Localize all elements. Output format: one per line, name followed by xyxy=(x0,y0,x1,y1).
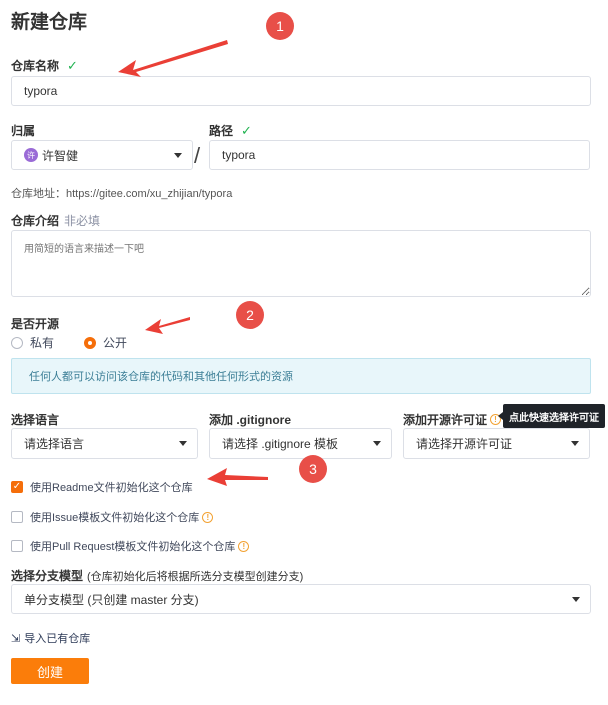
arrow-1 xyxy=(118,40,228,77)
arrow-2 xyxy=(145,317,190,334)
arrow-3 xyxy=(207,468,268,486)
annotation-arrows xyxy=(118,40,268,486)
